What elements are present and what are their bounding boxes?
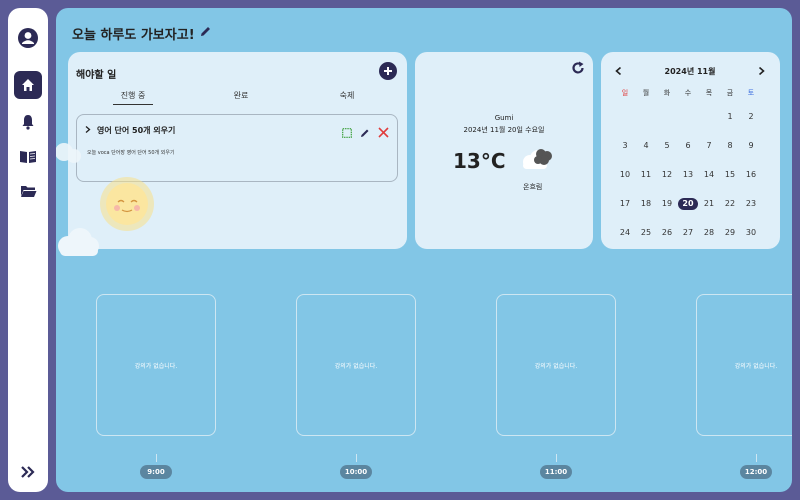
calendar-weekday: 금 (726, 89, 734, 97)
calendar-weekday: 일 (621, 89, 629, 97)
calendar-weekday: 목 (705, 89, 713, 97)
calendar-day[interactable]: 10 (615, 169, 635, 181)
calendar-day[interactable]: 27 (678, 227, 698, 239)
calendar-day[interactable]: 7 (699, 140, 719, 152)
cloud-illustration (56, 220, 102, 264)
plus-icon (384, 67, 392, 75)
weather-city: Gumi (494, 114, 514, 122)
double-chevron-right-icon[interactable] (14, 458, 42, 486)
calendar-card: 2024년 11월 일 월 화 수 목 금 토 1 2 3 4 5 6 7 8 9 10 11 12 13 14 15 16… (601, 52, 780, 249)
schedule-slot[interactable]: 강의가 없습니다. (96, 294, 216, 436)
calendar-weekday: 화 (663, 89, 671, 97)
calendar-day-today[interactable]: 20 (678, 198, 698, 210)
time-label: 11:00 (540, 465, 572, 479)
slot-empty-text: 강의가 없습니다. (334, 363, 378, 370)
folder-icon[interactable] (14, 177, 42, 205)
time-label: 12:00 (740, 465, 772, 479)
slot-empty-text: 강의가 없습니다. (134, 363, 178, 370)
schedule-slot[interactable]: 강의가 없습니다. (296, 294, 416, 436)
tab-homework[interactable]: 숙제 (327, 90, 367, 101)
calendar-weekday: 월 (642, 89, 650, 97)
cloud-illustration (56, 138, 82, 172)
calendar-day[interactable]: 15 (720, 169, 740, 181)
time-tick (556, 454, 557, 462)
schedule-slot[interactable]: 강의가 없습니다. (496, 294, 616, 436)
refresh-icon[interactable] (571, 60, 585, 79)
calendar-day[interactable]: 16 (741, 169, 761, 181)
page-title: 오늘 하루도 가보자고! (72, 24, 212, 43)
schedule-slot[interactable]: 강의가 없습니다. (696, 294, 792, 436)
task-title: 영어 단어 50개 외우기 (97, 126, 176, 135)
calendar-day[interactable]: 3 (615, 140, 635, 152)
calendar-day[interactable]: 30 (741, 227, 761, 239)
chevron-right-icon[interactable] (85, 126, 91, 135)
slot-empty-text: 강의가 없습니다. (534, 363, 578, 370)
calendar-weekday: 토 (747, 89, 755, 97)
sidebar (8, 8, 48, 492)
calendar-weekday: 수 (684, 89, 692, 97)
tab-in-progress[interactable]: 진행 중 (113, 90, 153, 105)
calendar-day[interactable]: 29 (720, 227, 740, 239)
calendar-day[interactable]: 28 (699, 227, 719, 239)
main-panel: 오늘 하루도 가보자고! 해야할 일 진행 중 완료 숙제 영어 단어 50개 … (56, 8, 792, 492)
time-label: 10:00 (340, 465, 372, 479)
pencil-icon[interactable] (199, 25, 212, 42)
calendar-day[interactable]: 14 (699, 169, 719, 181)
home-icon[interactable] (14, 71, 42, 99)
page-title-text: 오늘 하루도 가보자고! (72, 28, 195, 43)
calendar-day[interactable]: 4 (636, 140, 656, 152)
tab-done[interactable]: 완료 (221, 90, 261, 101)
checkbox-icon[interactable] (342, 123, 352, 142)
prev-month-icon[interactable] (615, 66, 622, 77)
cloudy-icon (519, 142, 555, 178)
calendar-day[interactable]: 2 (741, 111, 761, 123)
calendar-day[interactable]: 5 (657, 140, 677, 152)
add-todo-button[interactable] (379, 62, 397, 80)
time-tick (756, 454, 757, 462)
calendar-day[interactable]: 12 (657, 169, 677, 181)
weather-card: Gumi 2024년 11월 20일 수요일 13°C 온흐림 (415, 52, 593, 249)
calendar-day[interactable]: 21 (699, 198, 719, 210)
task-description: 오늘 voca 단어장 영어 단어 50개 외우기 (87, 150, 175, 156)
calendar-day[interactable]: 9 (741, 140, 761, 152)
calendar-day[interactable]: 6 (678, 140, 698, 152)
calendar-day[interactable]: 22 (720, 198, 740, 210)
avatar-icon[interactable] (14, 24, 42, 52)
weather-description: 온흐림 (523, 183, 543, 191)
weather-date: 2024년 11월 20일 수요일 (463, 126, 545, 134)
calendar-day[interactable]: 18 (636, 198, 656, 210)
bell-icon[interactable] (14, 108, 42, 136)
calendar-day[interactable]: 8 (720, 140, 740, 152)
next-month-icon[interactable] (758, 66, 765, 77)
weather-temperature: 13°C (453, 149, 506, 173)
calendar-day[interactable]: 19 (657, 198, 677, 210)
calendar-day[interactable]: 23 (741, 198, 761, 210)
calendar-day[interactable]: 1 (720, 111, 740, 123)
time-tick (156, 454, 157, 462)
edit-pencil-icon[interactable] (360, 123, 370, 142)
close-icon[interactable] (378, 123, 389, 142)
book-icon[interactable] (14, 142, 42, 170)
calendar-month: 2024년 11월 (664, 67, 716, 76)
calendar-day[interactable]: 17 (615, 198, 635, 210)
time-tick (356, 454, 357, 462)
slot-empty-text: 강의가 없습니다. (734, 363, 778, 370)
calendar-day[interactable]: 11 (636, 169, 656, 181)
calendar-day[interactable]: 25 (636, 227, 656, 239)
sun-illustration (94, 172, 160, 240)
time-label: 9:00 (140, 465, 172, 479)
calendar-day[interactable]: 26 (657, 227, 677, 239)
todo-title: 해야할 일 (76, 70, 117, 81)
calendar-day[interactable]: 13 (678, 169, 698, 181)
calendar-day[interactable]: 24 (615, 227, 635, 239)
